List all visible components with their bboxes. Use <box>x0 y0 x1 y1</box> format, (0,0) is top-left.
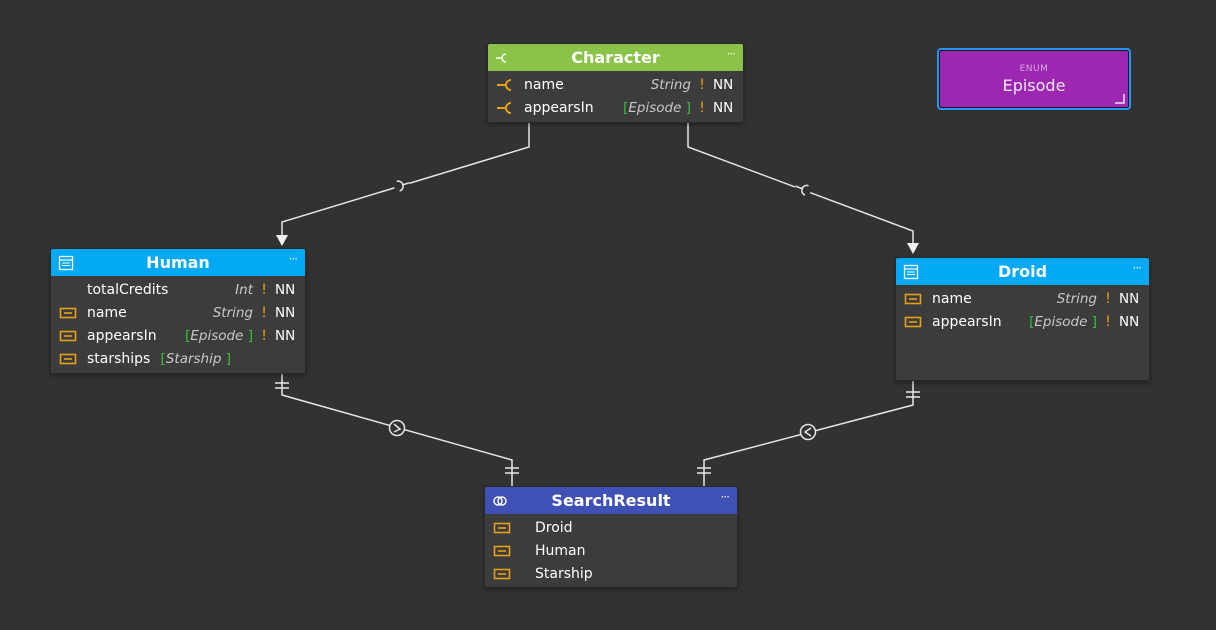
not-null-label: NN <box>713 99 734 116</box>
field-name: name <box>524 76 564 93</box>
more-options-icon[interactable]: ··· <box>1133 261 1143 275</box>
union-member-row[interactable]: Human <box>485 539 737 562</box>
resize-handle[interactable] <box>1115 94 1125 104</box>
required-marker: ! <box>699 99 705 116</box>
field-row[interactable]: name String! NN <box>896 287 1149 310</box>
node-title: Droid <box>997 262 1048 281</box>
not-null-label: NN <box>275 281 296 298</box>
not-null-label: NN <box>713 76 734 93</box>
cardinality-one-droid <box>906 391 920 398</box>
link-character-human[interactable] <box>281 121 530 236</box>
cardinality-one-search-right <box>697 467 711 474</box>
cardinality-one-human <box>275 382 289 389</box>
object-type-icon <box>903 264 919 280</box>
list-open-bracket: [ <box>185 327 191 344</box>
node-character[interactable]: Character ··· name String! NN appearsIn [Epi… <box>487 43 744 123</box>
union-member-row[interactable]: Droid <box>485 516 737 539</box>
union-member-row[interactable]: Starship <box>485 562 737 585</box>
node-human[interactable]: Human ··· totalCredits Int! NN name String! N… <box>50 248 306 374</box>
object-type-icon <box>58 255 74 271</box>
link-character-droid[interactable] <box>687 121 914 244</box>
node-droid[interactable]: Droid ··· name String! NN appearsIn [Episode… <box>895 257 1150 381</box>
node-header[interactable]: Character ··· <box>488 44 743 71</box>
field-row[interactable]: name String! NN <box>488 73 743 96</box>
node-search-result[interactable]: SearchResult ··· Droid Human Starship <box>484 486 738 588</box>
node-header[interactable]: Human ··· <box>51 249 305 276</box>
list-open-bracket: [ <box>160 350 166 367</box>
list-open-bracket: [ <box>1029 313 1035 330</box>
required-marker: ! <box>1105 313 1111 330</box>
node-episode-enum[interactable]: ENUM Episode <box>937 48 1131 110</box>
field-type: String <box>1056 290 1097 307</box>
union-member-name: Droid <box>535 519 573 536</box>
field-link-icon <box>493 568 511 579</box>
field-row[interactable]: starships [Starship ] <box>51 347 305 370</box>
cardinality-one-search-left <box>505 467 519 474</box>
field-name: appearsIn <box>524 99 594 116</box>
not-null-label: NN <box>275 327 296 344</box>
interface-icon <box>496 53 507 63</box>
field-link-icon <box>904 293 922 304</box>
field-name: name <box>87 304 127 321</box>
field-link-icon <box>59 330 77 341</box>
arrowhead-droid <box>907 243 919 254</box>
interface-field-icon <box>497 78 512 91</box>
field-row[interactable]: name String! NN <box>51 301 305 324</box>
node-title: Character <box>571 48 660 67</box>
union-member-name: Starship <box>535 565 593 582</box>
required-marker: ! <box>261 281 267 298</box>
field-name: name <box>932 290 972 307</box>
required-marker: ! <box>261 327 267 344</box>
union-icon <box>493 496 507 506</box>
field-type: Int <box>235 281 253 298</box>
required-marker: ! <box>699 76 705 93</box>
node-title: Human <box>146 253 210 272</box>
field-link-icon <box>493 522 511 533</box>
not-null-label: NN <box>1119 313 1140 330</box>
field-link-icon <box>904 316 922 327</box>
node-title: SearchResult <box>551 491 671 510</box>
field-type: [Episode ] <box>1029 313 1097 330</box>
link-human-search[interactable] <box>281 372 513 486</box>
field-name: appearsIn <box>932 313 1002 330</box>
enum-kind-label: ENUM <box>1019 63 1049 74</box>
field-name: totalCredits <box>87 281 169 298</box>
more-options-icon[interactable]: ··· <box>727 47 737 61</box>
union-member-name: Human <box>535 542 586 559</box>
required-marker: ! <box>1105 290 1111 307</box>
field-row[interactable]: totalCredits Int! NN <box>51 278 305 301</box>
list-close-bracket: ] <box>225 350 231 367</box>
node-header[interactable]: SearchResult ··· <box>485 487 737 514</box>
required-marker: ! <box>261 304 267 321</box>
more-options-icon[interactable]: ··· <box>721 490 731 504</box>
field-type: [Episode ] <box>623 99 691 116</box>
field-type: [Starship ] <box>160 350 231 367</box>
circle-marker-human <box>388 419 406 437</box>
node-title: Episode <box>1002 75 1066 95</box>
field-link-icon <box>59 307 77 318</box>
field-name: starships <box>87 350 151 367</box>
field-row[interactable]: appearsIn [Episode ]! NN <box>488 96 743 119</box>
not-null-label: NN <box>275 304 296 321</box>
interface-field-icon <box>497 101 512 114</box>
field-type: String <box>212 304 253 321</box>
field-link-icon <box>493 545 511 556</box>
field-type: [Episode ] <box>185 327 253 344</box>
field-link-icon <box>59 353 77 364</box>
circle-marker-droid <box>799 423 817 441</box>
node-header[interactable]: Droid ··· <box>896 258 1149 285</box>
arrowhead-human <box>276 235 288 246</box>
field-name: appearsIn <box>87 327 157 344</box>
socket-marker-human <box>392 177 412 193</box>
list-open-bracket: [ <box>623 99 629 116</box>
field-row[interactable]: appearsIn [Episode ]! NN <box>896 310 1149 333</box>
field-row[interactable]: appearsIn [Episode ]! NN <box>51 324 305 347</box>
more-options-icon[interactable]: ··· <box>289 252 299 266</box>
not-null-label: NN <box>1119 290 1140 307</box>
field-type: String <box>650 76 691 93</box>
socket-marker-droid <box>793 181 813 197</box>
link-droid-search[interactable] <box>703 379 914 486</box>
